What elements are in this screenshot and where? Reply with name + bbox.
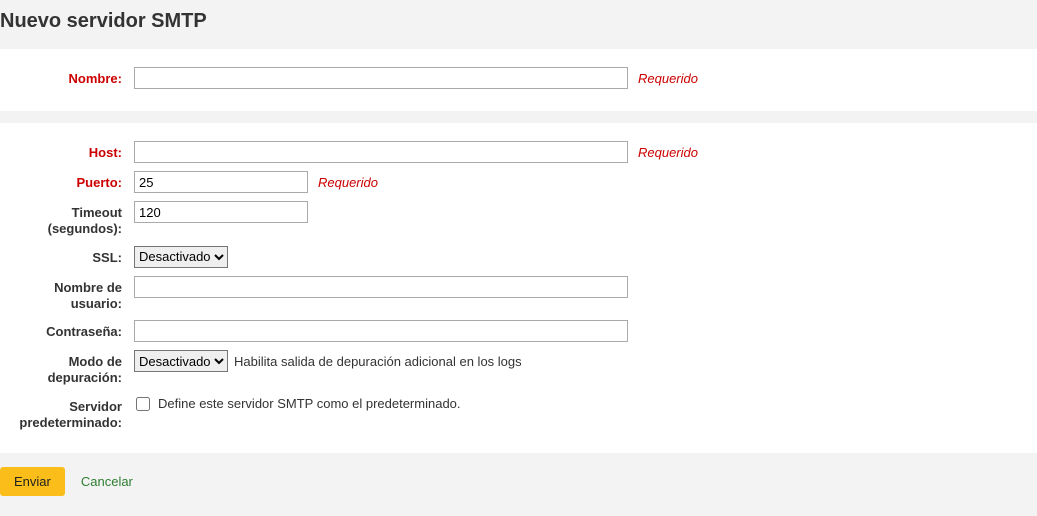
input-port[interactable]: [134, 171, 308, 193]
row-password: Contraseña:: [0, 320, 1037, 342]
label-host: Host:: [0, 141, 126, 161]
row-name: Nombre: Requerido: [0, 67, 1037, 89]
label-username: Nombre de usuario:: [0, 276, 126, 313]
cancel-link[interactable]: Cancelar: [81, 474, 133, 489]
actions-bar: Enviar Cancelar: [0, 453, 1037, 516]
checkbox-default[interactable]: [136, 397, 150, 411]
label-ssl: SSL:: [0, 246, 126, 266]
label-timeout: Timeout (segundos):: [0, 201, 126, 238]
required-hint-port: Requerido: [318, 175, 378, 190]
label-port: Puerto:: [0, 171, 126, 191]
label-password: Contraseña:: [0, 320, 126, 340]
row-host: Host: Requerido: [0, 141, 1037, 163]
form-section-name: Nombre: Requerido: [0, 49, 1037, 111]
form-section-settings: Host: Requerido Puerto: Requerido Timeou…: [0, 123, 1037, 453]
label-debug: Modo de depuración:: [0, 350, 126, 387]
required-hint-name: Requerido: [638, 71, 698, 86]
row-username: Nombre de usuario:: [0, 276, 1037, 313]
input-host[interactable]: [134, 141, 628, 163]
row-port: Puerto: Requerido: [0, 171, 1037, 193]
row-ssl: SSL: Desactivado: [0, 246, 1037, 268]
help-debug: Habilita salida de depuración adicional …: [234, 354, 522, 369]
required-hint-host: Requerido: [638, 145, 698, 160]
title-bar: Nuevo servidor SMTP: [0, 0, 1037, 49]
row-debug: Modo de depuración: Desactivado Habilita…: [0, 350, 1037, 387]
submit-button[interactable]: Enviar: [0, 467, 65, 496]
section-divider: [0, 111, 1037, 123]
input-name[interactable]: [134, 67, 628, 89]
input-timeout[interactable]: [134, 201, 308, 223]
label-default: Servidor predeterminado:: [0, 395, 126, 432]
help-default: Define este servidor SMTP como el predet…: [158, 396, 461, 411]
select-debug[interactable]: Desactivado: [134, 350, 228, 372]
label-name: Nombre:: [0, 67, 126, 87]
input-username[interactable]: [134, 276, 628, 298]
input-password[interactable]: [134, 320, 628, 342]
row-default: Servidor predeterminado: Define este ser…: [0, 395, 1037, 432]
select-ssl[interactable]: Desactivado: [134, 246, 228, 268]
row-timeout: Timeout (segundos):: [0, 201, 1037, 238]
page-title: Nuevo servidor SMTP: [0, 10, 1037, 33]
